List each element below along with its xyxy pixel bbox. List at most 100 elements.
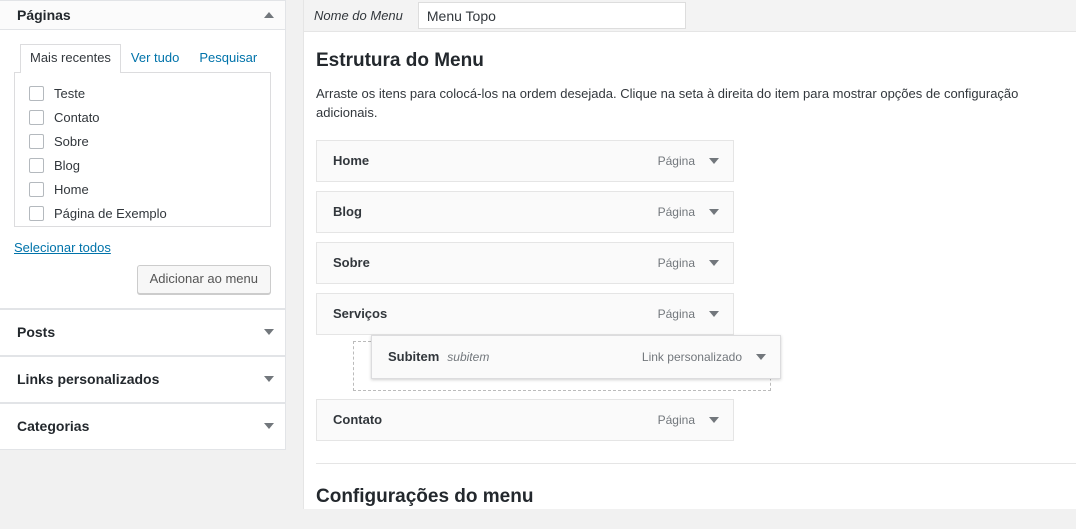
accordion-title-paginas: Páginas bbox=[17, 7, 71, 23]
chevron-down-icon[interactable] bbox=[709, 259, 719, 266]
menu-item-left: Subitem subitem bbox=[388, 349, 489, 364]
menu-item-right: Link personalizado bbox=[642, 350, 772, 364]
menu-item-blog[interactable]: Blog Página bbox=[316, 190, 734, 233]
column-gutter bbox=[286, 0, 303, 509]
checkbox-home[interactable] bbox=[29, 182, 44, 198]
menu-item-title: Subitem bbox=[388, 349, 440, 365]
accordion-title-posts: Posts bbox=[17, 324, 56, 341]
tab-mais-recentes[interactable]: Mais recentes bbox=[20, 44, 121, 74]
accordion-panel-categorias: Categorias bbox=[0, 402, 286, 450]
menu-item-toggle[interactable] bbox=[756, 353, 766, 360]
menu-item-right: Página bbox=[658, 413, 725, 427]
list-item[interactable]: Contato bbox=[25, 106, 260, 130]
menu-item-right: Página bbox=[658, 154, 725, 168]
accordion-panel-links-personalizados: Links personalizados bbox=[0, 355, 286, 403]
menu-items-list: Home Página Blog Página Sobre Página Ser… bbox=[316, 139, 781, 441]
menu-item-title: Serviços bbox=[333, 306, 388, 322]
menu-item-type: Página bbox=[657, 204, 695, 219]
chevron-down-icon[interactable] bbox=[756, 353, 766, 360]
menu-name-bar: Nome do Menu bbox=[304, 0, 1076, 32]
checkbox-blog[interactable] bbox=[29, 158, 44, 174]
menu-item-title: Sobre bbox=[333, 255, 370, 271]
chevron-down-icon[interactable] bbox=[709, 208, 719, 215]
tab-ver-tudo-label: Ver tudo bbox=[130, 50, 180, 65]
list-item[interactable]: Sobre bbox=[25, 130, 260, 154]
chevron-down-icon[interactable] bbox=[709, 157, 719, 164]
list-item[interactable]: Home bbox=[25, 178, 260, 202]
list-item-label: Teste bbox=[54, 86, 86, 102]
menu-item-type: Página bbox=[657, 306, 695, 321]
chevron-down-icon[interactable] bbox=[264, 329, 274, 336]
structure-description: Arraste os itens para colocá-los na orde… bbox=[316, 85, 1019, 121]
list-item-label: Sobre bbox=[54, 134, 89, 150]
tab-pesquisar[interactable]: Pesquisar bbox=[189, 44, 267, 73]
menu-item-right: Página bbox=[658, 205, 725, 219]
chevron-up-icon[interactable] bbox=[264, 12, 274, 18]
accordion-title-links-personalizados: Links personalizados bbox=[17, 371, 160, 388]
section-divider bbox=[316, 462, 1076, 464]
list-item[interactable]: Teste bbox=[25, 82, 260, 106]
list-item-label: Blog bbox=[54, 158, 81, 174]
accordion-header-categorias[interactable]: Categorias bbox=[0, 403, 285, 449]
menu-item-contato[interactable]: Contato Página bbox=[316, 398, 734, 441]
accordion-panel-paginas: Páginas Mais recentes Ver tudo Pesquisar bbox=[0, 0, 286, 309]
pages-panel-actions: Selecionar todos Adicionar ao menu bbox=[14, 227, 271, 308]
page-title: Estrutura do Menu bbox=[316, 50, 484, 71]
accordion-panel-posts: Posts bbox=[0, 308, 286, 356]
chevron-down-icon[interactable] bbox=[264, 376, 274, 383]
pages-tabs: Mais recentes Ver tudo Pesquisar bbox=[14, 44, 271, 74]
tab-ver-tudo[interactable]: Ver tudo bbox=[121, 44, 189, 73]
list-item[interactable]: Blog bbox=[25, 154, 260, 178]
menu-item-toggle[interactable] bbox=[709, 259, 719, 266]
chevron-down-icon[interactable] bbox=[264, 423, 274, 430]
pages-checkbox-list: Teste Contato Sobre Blog Home Página de … bbox=[14, 71, 271, 227]
chevron-down-icon[interactable] bbox=[709, 310, 719, 317]
tab-mais-recentes-label: Mais recentes bbox=[30, 50, 111, 65]
list-item-label: Contato bbox=[54, 110, 100, 126]
menu-item-title: Home bbox=[333, 153, 370, 169]
accordion-title-categorias: Categorias bbox=[17, 418, 90, 435]
menu-item-left: Sobre bbox=[333, 255, 370, 270]
menu-item-title: Blog bbox=[333, 204, 362, 220]
menu-item-toggle[interactable] bbox=[709, 416, 719, 423]
menu-item-left: Home bbox=[333, 153, 369, 168]
accordion-body-paginas: Mais recentes Ver tudo Pesquisar Teste C… bbox=[0, 30, 285, 308]
accordion-header-links-personalizados[interactable]: Links personalizados bbox=[0, 356, 285, 402]
list-item[interactable]: Página de Exemplo bbox=[25, 202, 260, 226]
chevron-down-icon[interactable] bbox=[709, 416, 719, 423]
menu-name-label: Nome do Menu bbox=[314, 8, 403, 23]
menu-item-type: Página bbox=[657, 153, 695, 168]
menu-item-right: Página bbox=[658, 256, 725, 270]
checkbox-sobre[interactable] bbox=[29, 134, 44, 150]
menu-editor-screen: Páginas Mais recentes Ver tudo Pesquisar bbox=[0, 0, 1076, 509]
menu-settings-title: Configurações do menu bbox=[316, 485, 534, 507]
select-all-link[interactable]: Selecionar todos bbox=[14, 240, 111, 255]
menu-item-left: Blog bbox=[333, 204, 362, 219]
accordion-header-posts[interactable]: Posts bbox=[0, 309, 285, 355]
menu-item-home[interactable]: Home Página bbox=[316, 139, 734, 182]
menu-settings-text-clipped bbox=[316, 523, 1076, 529]
menu-item-subtitle: subitem bbox=[447, 350, 490, 365]
menu-item-type: Link personalizado bbox=[641, 349, 742, 364]
list-item-label: Página de Exemplo bbox=[54, 206, 167, 222]
menu-item-right: Página bbox=[658, 307, 725, 321]
menu-structure-body: Estrutura do Menu Arraste os itens para … bbox=[304, 32, 1076, 529]
menu-item-title: Contato bbox=[333, 412, 383, 428]
checkbox-contato[interactable] bbox=[29, 110, 44, 126]
menu-item-sobre[interactable]: Sobre Página bbox=[316, 241, 734, 284]
add-to-menu-button[interactable]: Adicionar ao menu bbox=[136, 264, 271, 294]
checkbox-teste[interactable] bbox=[29, 86, 44, 102]
menu-item-left: Serviços bbox=[333, 306, 387, 321]
menu-item-type: Página bbox=[657, 412, 695, 427]
checkbox-pagina-de-exemplo[interactable] bbox=[29, 206, 44, 222]
menu-name-input[interactable] bbox=[417, 2, 686, 29]
menu-item-type: Página bbox=[657, 255, 695, 270]
menu-item-toggle[interactable] bbox=[709, 208, 719, 215]
tab-pesquisar-label: Pesquisar bbox=[199, 50, 258, 65]
menu-structure-panel: Nome do Menu Estrutura do Menu Arraste o… bbox=[303, 0, 1076, 509]
menu-item-toggle[interactable] bbox=[709, 157, 719, 164]
menu-item-subitem-dragging[interactable]: Subitem subitem Link personalizado bbox=[371, 334, 781, 379]
menu-item-servicos[interactable]: Serviços Página bbox=[316, 292, 734, 335]
menu-item-toggle[interactable] bbox=[709, 310, 719, 317]
accordion-header-paginas[interactable]: Páginas bbox=[0, 1, 285, 30]
